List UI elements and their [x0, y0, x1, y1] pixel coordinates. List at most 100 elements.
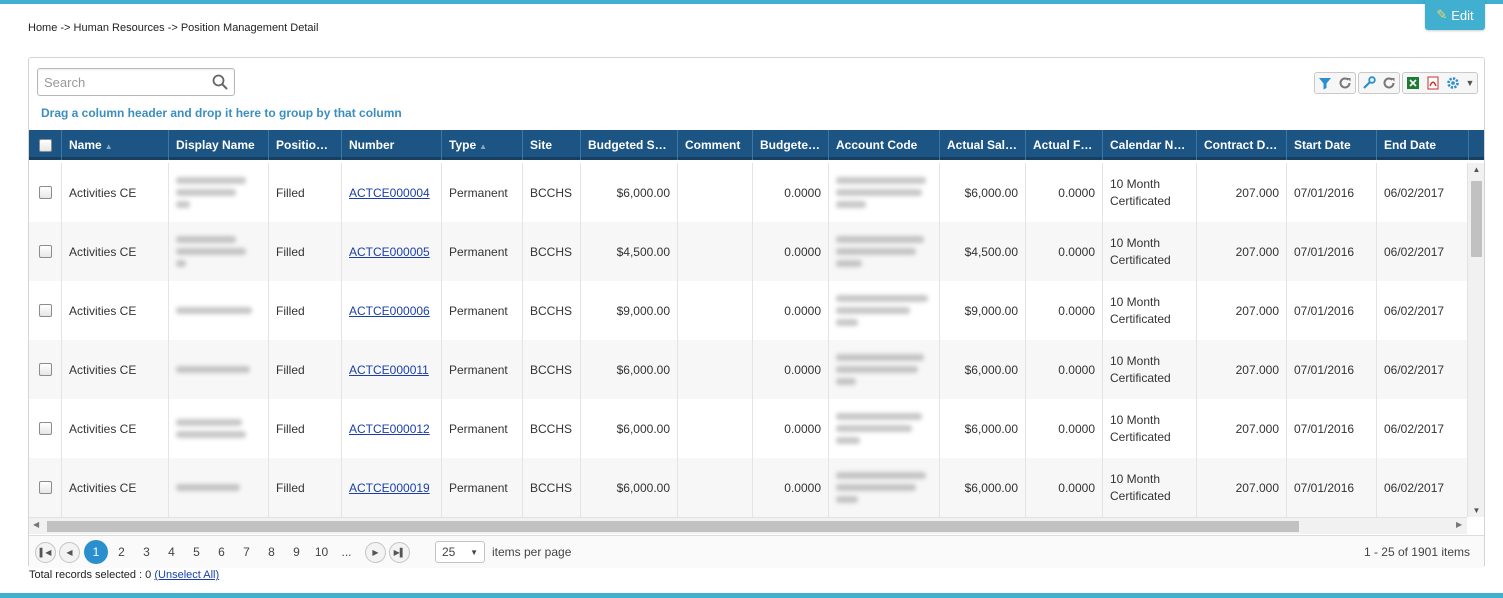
last-page-icon[interactable]: ▶▌: [389, 541, 410, 563]
column-header-comment[interactable]: Comment: [678, 130, 753, 160]
page-ellipsis[interactable]: ...: [334, 545, 359, 559]
table-row[interactable]: Activities CE Filled ACTCE000006 Permanent B…: [29, 281, 1467, 340]
cell-contract-days: 207.000: [1197, 340, 1287, 399]
row-checkbox[interactable]: [38, 186, 52, 199]
cell-number: ACTCE000011: [342, 340, 442, 399]
page-number[interactable]: 6: [209, 545, 234, 559]
page-number[interactable]: 10: [309, 545, 334, 559]
row-checkbox[interactable]: [38, 363, 52, 376]
next-page-icon[interactable]: ▶: [365, 541, 386, 563]
column-header-actual-fte[interactable]: Actual FTE: [1026, 130, 1103, 160]
table-row[interactable]: Activities CE Filled ACTCE000012 Permanent B…: [29, 399, 1467, 458]
redacted-text: [836, 413, 922, 444]
edit-button[interactable]: ✎ Edit: [1425, 0, 1485, 30]
position-number-link[interactable]: ACTCE000004: [349, 186, 430, 200]
unselect-all-link[interactable]: (Unselect All): [154, 569, 219, 581]
vertical-scroll-thumb[interactable]: [1471, 181, 1482, 257]
cell-site: BCCHS: [523, 458, 581, 517]
page-size-select[interactable]: 25 ▼: [435, 541, 485, 563]
column-header-actual-salary[interactable]: Actual Salary: [940, 130, 1026, 160]
column-header-calendar-name[interactable]: Calendar Na...: [1103, 130, 1197, 160]
previous-page-icon[interactable]: ◀: [59, 541, 80, 563]
search-icon[interactable]: [212, 74, 228, 90]
first-page-icon[interactable]: ▌◀: [35, 541, 56, 563]
scroll-up-icon[interactable]: ▲: [1468, 165, 1485, 174]
position-number-link[interactable]: ACTCE000006: [349, 304, 430, 318]
vertical-scrollbar[interactable]: ▲ ▼: [1467, 163, 1484, 517]
page-number[interactable]: 4: [159, 545, 184, 559]
cell-comment: [678, 458, 753, 517]
gear-icon[interactable]: [1443, 73, 1463, 93]
cell-name: Activities CE: [62, 222, 169, 281]
cell-budgeted-salary: $6,000.00: [581, 163, 678, 222]
refresh-icon[interactable]: [1379, 73, 1399, 93]
row-checkbox[interactable]: [38, 304, 52, 317]
column-header-end-date[interactable]: End Date: [1377, 130, 1469, 160]
column-header-number[interactable]: Number: [342, 130, 442, 160]
cell-calendar-name: 10 Month Certificated: [1103, 399, 1197, 458]
position-number-link[interactable]: ACTCE000019: [349, 481, 430, 495]
search-input[interactable]: [38, 69, 208, 95]
column-header-position[interactable]: Position ...: [269, 130, 342, 160]
column-header-site[interactable]: Site: [523, 130, 581, 160]
bottom-accent-bar: [0, 593, 1503, 598]
cell-budgeted: 0.0000: [753, 340, 829, 399]
redacted-text: [836, 472, 926, 503]
page-number[interactable]: 7: [234, 545, 259, 559]
horizontal-scrollbar[interactable]: ◀ ▶: [29, 517, 1467, 534]
top-accent-bar: [0, 0, 1503, 4]
position-number-link[interactable]: ACTCE000005: [349, 245, 430, 259]
scroll-left-icon[interactable]: ◀: [33, 520, 39, 529]
cell-position-status: Filled: [269, 222, 342, 281]
page-number[interactable]: 9: [284, 545, 309, 559]
cell-contract-days: 207.000: [1197, 399, 1287, 458]
row-checkbox[interactable]: [38, 422, 52, 435]
cell-contract-days: 207.000: [1197, 222, 1287, 281]
column-header-start-date[interactable]: Start Date: [1287, 130, 1377, 160]
page-number[interactable]: 5: [184, 545, 209, 559]
scroll-right-icon[interactable]: ▶: [1456, 520, 1462, 529]
table-row[interactable]: Activities CE Filled ACTCE000019 Permanent B…: [29, 458, 1467, 517]
cell-display-name: [169, 399, 269, 458]
column-header-contract-days[interactable]: Contract Da...: [1197, 130, 1287, 160]
column-header-name[interactable]: Name ▲: [62, 130, 169, 160]
group-by-hint[interactable]: Drag a column header and drop it here to…: [41, 106, 402, 120]
pager: ▌◀ ◀ 1 2 3 4 5 6 7 8 9 10... ▶ ▶▌ 25 ▼ items per …: [29, 535, 1484, 568]
column-header-type[interactable]: Type ▲: [442, 130, 523, 160]
table-row[interactable]: Activities CE Filled ACTCE000004 Permanent B…: [29, 163, 1467, 222]
column-header-budgeted[interactable]: Budgeted...: [753, 130, 829, 160]
position-number-link[interactable]: ACTCE000011: [349, 363, 429, 377]
excel-icon[interactable]: [1403, 73, 1423, 93]
page-number[interactable]: 2: [109, 545, 134, 559]
cell-actual-fte: 0.0000: [1026, 163, 1103, 222]
position-number-link[interactable]: ACTCE000012: [349, 422, 430, 436]
table-row[interactable]: Activities CE Filled ACTCE000005 Permanent B…: [29, 222, 1467, 281]
cell-account-code: [829, 222, 940, 281]
refresh-icon[interactable]: [1335, 73, 1355, 93]
page-number[interactable]: 3: [134, 545, 159, 559]
cell-account-code: [829, 281, 940, 340]
table-row[interactable]: Activities CE Filled ACTCE000011 Permanent B…: [29, 340, 1467, 399]
cell-site: BCCHS: [523, 163, 581, 222]
select-all-checkbox[interactable]: [38, 138, 52, 152]
page-number[interactable]: 8: [259, 545, 284, 559]
page-number[interactable]: 1: [84, 540, 108, 564]
horizontal-scroll-thumb[interactable]: [47, 521, 1299, 532]
cell-actual-salary: $6,000.00: [940, 458, 1026, 517]
cell-name: Activities CE: [62, 458, 169, 517]
edit-button-label: Edit: [1451, 7, 1474, 23]
cell-display-name: [169, 281, 269, 340]
row-checkbox[interactable]: [38, 245, 52, 258]
cell-comment: [678, 222, 753, 281]
cell-name: Activities CE: [62, 163, 169, 222]
column-header-account-code[interactable]: Account Code: [829, 130, 940, 160]
row-checkbox[interactable]: [38, 481, 52, 494]
scroll-down-icon[interactable]: ▼: [1468, 506, 1485, 515]
column-header-budgeted-salary[interactable]: Budgeted Sal...: [581, 130, 678, 160]
pdf-icon[interactable]: [1423, 73, 1443, 93]
cell-actual-salary: $9,000.00: [940, 281, 1026, 340]
filter-icon[interactable]: [1315, 73, 1335, 93]
chevron-down-icon[interactable]: ▼: [1463, 73, 1477, 93]
wrench-icon[interactable]: [1359, 73, 1379, 93]
column-header-display-name[interactable]: Display Name: [169, 130, 269, 160]
